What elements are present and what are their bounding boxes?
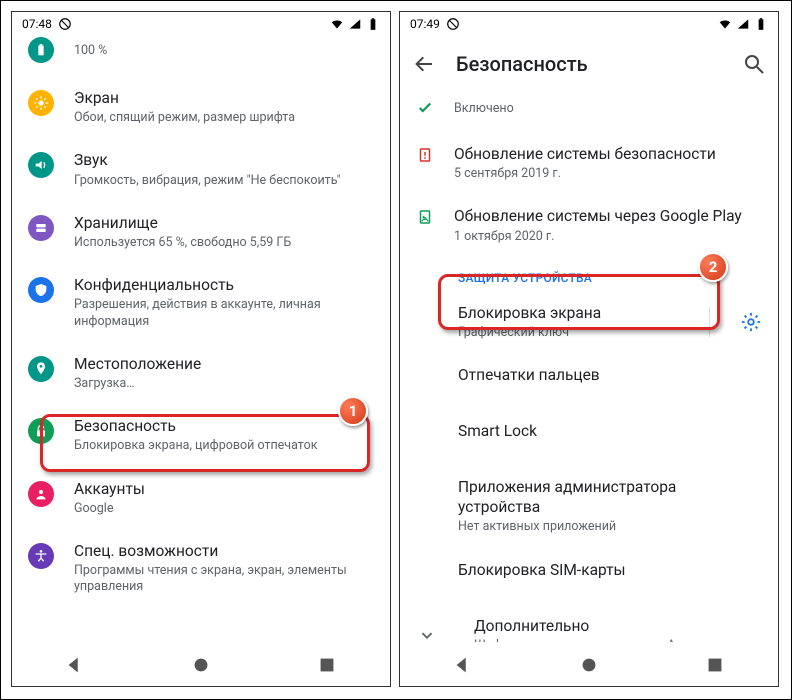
item-title: Отпечатки пальцев (458, 365, 762, 385)
item-title: Конфиденциальность (74, 275, 374, 295)
item-smart-lock[interactable]: Smart Lock (400, 409, 778, 465)
accounts-icon (28, 481, 54, 507)
nav-home-icon[interactable] (578, 654, 600, 676)
item-fingerprints[interactable]: Отпечатки пальцев (400, 353, 778, 409)
search-button[interactable] (742, 52, 766, 76)
item-subtitle: Программы чтения с экрана, экран, элемен… (74, 563, 374, 596)
settings-item-sound[interactable]: Звук Громкость, вибрация, режим "Не бесп… (12, 138, 390, 200)
item-security-update[interactable]: Обновление системы безопасности 5 сентяб… (400, 132, 778, 194)
battery-icon (28, 37, 54, 63)
item-subtitle: 5 сентября 2019 г. (454, 166, 762, 182)
nav-recent-icon[interactable] (316, 654, 338, 676)
item-title: Приложения администратора устройства (458, 477, 762, 517)
play-update-icon (416, 208, 434, 226)
item-subtitle: Нет активных приложений (458, 519, 762, 535)
item-subtitle: Обои, спящий режим, размер шрифта (74, 110, 374, 126)
nav-home-icon[interactable] (190, 654, 212, 676)
item-subtitle: 1 октября 2020 г. (454, 229, 762, 245)
item-subtitle: Разрешения, действия в аккаунте, личная … (74, 297, 374, 330)
wifi-icon (330, 17, 344, 31)
settings-list[interactable]: 100 % Экран Обои, спящий режим, размер ш… (12, 36, 390, 642)
item-subtitle: Включено (454, 101, 762, 117)
item-title: Обновление системы через Google Play (454, 206, 762, 226)
item-subtitle: Громкость, вибрация, режим "Не беспокоит… (74, 173, 374, 189)
item-title: Спец. возможности (74, 541, 374, 561)
item-title: Аккаунты (74, 479, 374, 499)
no-sim-icon (446, 17, 460, 31)
item-title: Безопасность (74, 416, 374, 436)
statusbar-time: 07:49 (410, 17, 440, 31)
item-subtitle: Google (74, 501, 374, 517)
item-sim-card-lock[interactable]: Блокировка SIM-карты (400, 548, 778, 604)
item-subtitle: Используется 65 %, свободно 5,59 ГБ (74, 235, 374, 251)
navigation-bar (12, 642, 390, 686)
item-google-play-update[interactable]: Обновление системы через Google Play 1 о… (400, 194, 778, 256)
settings-item-location[interactable]: Местоположение Загрузка… (12, 342, 390, 404)
item-title: Обновление системы безопасности (454, 144, 762, 164)
item-play-protect[interactable]: Включено (400, 92, 778, 132)
storage-icon (28, 215, 54, 241)
item-screen-lock[interactable]: Блокировка экрана Графический ключ (400, 291, 778, 353)
settings-item-battery[interactable]: 100 % (12, 36, 390, 76)
item-advanced[interactable]: Дополнительно Шифрование и учетные данны… (400, 604, 778, 642)
item-title: Блокировка экрана (458, 303, 689, 323)
wifi-icon (718, 17, 732, 31)
check-icon (416, 99, 434, 117)
nav-recent-icon[interactable] (704, 654, 726, 676)
statusbar: 07:49 (400, 12, 778, 36)
item-title: Дополнительно (474, 616, 762, 636)
security-icon (28, 418, 54, 444)
navigation-bar (400, 642, 778, 686)
settings-item-display[interactable]: Экран Обои, спящий режим, размер шрифта (12, 76, 390, 138)
battery-icon (754, 17, 768, 31)
screen-lock-gear-icon[interactable] (740, 311, 762, 333)
nav-back-icon[interactable] (452, 654, 474, 676)
settings-item-accessibility[interactable]: Спец. возможности Программы чтения с экр… (12, 529, 390, 608)
settings-item-accounts[interactable]: Аккаунты Google (12, 467, 390, 529)
phone-security-screen: 07:49 Безопасность (399, 11, 779, 687)
item-title: Экран (74, 88, 374, 108)
signal-icon (348, 17, 362, 31)
settings-item-storage[interactable]: Хранилище Используется 65 %, свободно 5,… (12, 201, 390, 263)
display-icon (28, 90, 54, 116)
signal-icon (736, 17, 750, 31)
accessibility-icon (28, 543, 54, 569)
warning-icon (416, 146, 434, 164)
security-list[interactable]: Включено Обновление системы безопасности… (400, 92, 778, 642)
nav-back-icon[interactable] (64, 654, 86, 676)
item-title: Звук (74, 150, 374, 170)
item-title: Smart Lock (458, 421, 762, 441)
back-button[interactable] (412, 52, 436, 76)
chevron-down-icon (416, 624, 438, 642)
privacy-icon (28, 277, 54, 303)
item-subtitle: Графический ключ (458, 325, 689, 341)
item-subtitle: 100 % (74, 43, 374, 59)
item-subtitle: Блокировка экрана, цифровой отпечаток (74, 438, 374, 454)
no-sim-icon (58, 17, 72, 31)
sound-icon (28, 152, 54, 178)
statusbar-time: 07:48 (22, 17, 52, 31)
battery-icon (366, 17, 380, 31)
section-header-device-protection: ЗАЩИТА УСТРОЙСТВА (400, 257, 778, 291)
appbar: Безопасность (400, 36, 778, 92)
page-title: Безопасность (456, 52, 722, 76)
phone-settings-list: 07:48 100 % (11, 11, 391, 687)
item-device-admin-apps[interactable]: Приложения администратора устройства Нет… (400, 465, 778, 548)
item-title: Хранилище (74, 213, 374, 233)
item-subtitle: Загрузка… (74, 376, 374, 392)
divider (709, 307, 710, 337)
settings-item-privacy[interactable]: Конфиденциальность Разрешения, действия … (12, 263, 390, 342)
item-title: Местоположение (74, 354, 374, 374)
item-title: Блокировка SIM-карты (458, 560, 762, 580)
statusbar: 07:48 (12, 12, 390, 36)
settings-item-security[interactable]: Безопасность Блокировка экрана, цифровой… (12, 404, 390, 466)
location-icon (28, 356, 54, 382)
